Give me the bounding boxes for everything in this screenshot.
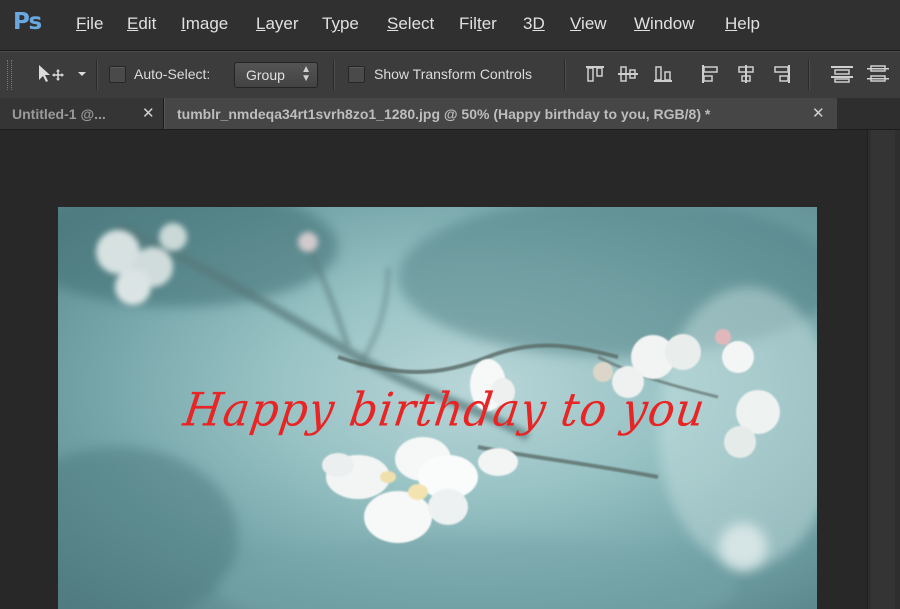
menu-file[interactable]: File [76,14,103,34]
menu-3d-mnemonic: D [532,14,545,33]
menu-window-label: indow [650,14,695,33]
show-transform-controls-label: Show Transform Controls [374,66,532,82]
align-vertical-centers-icon[interactable] [617,64,639,84]
menu-select[interactable]: Select [387,14,434,34]
menu-edit[interactable]: Edit [127,14,156,34]
menu-view-mnemonic: V [570,14,582,33]
menu-window-mnemonic: W [634,14,651,33]
auto-select-label: Auto-Select: [134,66,211,82]
menu-layer-label: ayer [265,14,299,33]
menu-view[interactable]: View [570,14,607,34]
stepper-arrows-icon: ▲ ▼ [301,64,311,84]
align-top-edges-icon[interactable] [584,64,606,84]
menu-select-label: elect [398,14,435,33]
menu-edit-mnemonic: E [127,14,139,33]
options-separator [808,60,810,90]
options-separator [564,60,566,90]
align-horizontal-centers-icon[interactable] [735,64,757,84]
options-bar: Auto-Select: Group ▲ ▼ Show Transform Con… [0,51,900,99]
chevron-down-icon[interactable] [77,71,87,77]
menu-help-mnemonic: H [725,14,738,33]
align-bottom-edges-icon[interactable] [652,64,674,84]
show-transform-controls-checkbox[interactable] [348,66,365,83]
menu-help-label: elp [737,14,760,33]
tab-untitled-1[interactable]: Untitled-1 @... ✕ [0,98,164,129]
document-canvas[interactable]: Happy birthday to you [58,207,817,609]
document-tab-bar: Untitled-1 @... ✕ tumblr_nmdeqa34rt1svrh… [0,98,900,130]
align-left-edges-icon[interactable] [700,64,722,84]
menu-edit-label: dit [138,14,157,33]
menu-help[interactable]: Help [725,14,760,34]
menu-image-label: mage [185,14,229,33]
menu-type-label: pe [339,14,359,33]
distribute-vertical-centers-icon[interactable] [866,64,890,84]
photoshop-logo: Ps [13,9,42,35]
menu-type[interactable]: TYpe [322,14,359,34]
options-separator [96,60,98,90]
auto-select-checkbox[interactable] [109,66,126,83]
tab-active-document-label: tumblr_nmdeqa34rt1svrh8zo1_1280.jpg @ 50… [177,106,711,122]
distribute-top-edges-icon[interactable] [830,64,854,84]
tab-active-document[interactable]: tumblr_nmdeqa34rt1svrh8zo1_1280.jpg @ 50… [164,98,837,129]
menu-filter-label: er [481,14,497,33]
menu-file-mnemonic: F [76,14,87,33]
align-right-edges-icon[interactable] [770,64,792,84]
menu-view-label: iew [581,14,607,33]
menu-image[interactable]: Image [181,14,228,34]
menu-type-mnemonic: Y [331,14,340,33]
tab-untitled-1-label: Untitled-1 @... [12,106,106,122]
move-tool-icon[interactable] [36,63,70,85]
vertical-scrollbar[interactable] [867,130,900,609]
menu-filter[interactable]: FilTer [459,14,497,34]
menu-select-mnemonic: S [387,14,399,33]
menu-3d[interactable]: 3D [523,14,545,34]
close-icon[interactable]: ✕ [142,104,155,122]
menu-window[interactable]: Window [634,14,694,34]
birthday-text-layer[interactable]: Happy birthday to you [180,384,709,438]
auto-select-target-value: Group [246,67,285,83]
options-separator [333,60,335,90]
menu-bar: Ps File Edit Image Layer TYpe Select Fil… [0,0,900,51]
scrollbar-track[interactable] [871,130,895,609]
auto-select-target-dropdown[interactable]: Group ▲ ▼ [234,62,318,88]
menu-layer[interactable]: Layer [256,14,299,34]
options-bar-grip[interactable] [7,60,12,90]
close-icon[interactable]: ✕ [812,104,825,122]
menu-file-label: ile [86,14,104,33]
